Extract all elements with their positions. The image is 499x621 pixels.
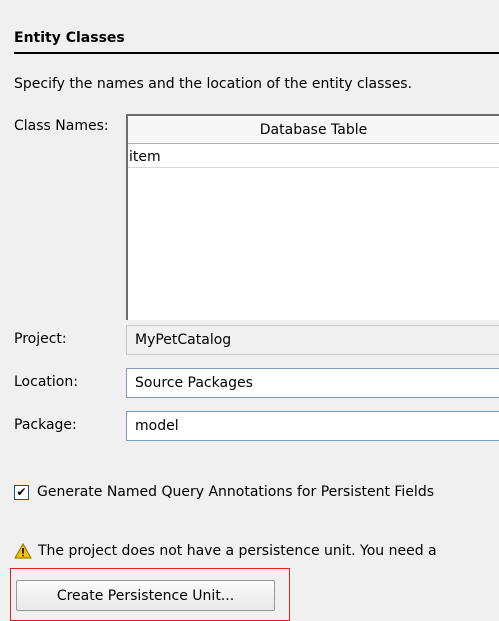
section-title: Entity Classes	[14, 30, 125, 46]
generate-queries-option[interactable]: ✔ Generate Named Query Annotations for P…	[14, 484, 434, 500]
project-field	[126, 325, 499, 355]
generate-queries-label[interactable]: Generate Named Query Annotations for Per…	[37, 484, 434, 500]
table-row[interactable]	[128, 146, 499, 168]
class-name-cell[interactable]	[129, 146, 481, 168]
entity-classes-panel: Entity Classes Specify the names and the…	[0, 0, 499, 621]
warning-text: The project does not have a persistence …	[38, 543, 437, 559]
package-label: Package:	[14, 417, 77, 433]
create-persistence-unit-button[interactable]: Create Persistence Unit...	[16, 580, 275, 611]
title-divider	[14, 52, 499, 54]
generate-queries-checkbox[interactable]: ✔	[14, 484, 29, 500]
section-description: Specify the names and the location of th…	[14, 76, 413, 92]
database-table-column-header[interactable]: Database Table	[128, 116, 499, 144]
class-names-label: Class Names:	[14, 118, 109, 134]
location-label: Location:	[14, 374, 78, 390]
package-field[interactable]	[126, 411, 499, 441]
project-label: Project:	[14, 331, 67, 347]
class-names-table[interactable]: Database Table	[126, 114, 499, 320]
warning-icon	[14, 543, 32, 559]
location-field[interactable]	[126, 368, 499, 398]
persistence-warning: The project does not have a persistence …	[14, 543, 437, 559]
